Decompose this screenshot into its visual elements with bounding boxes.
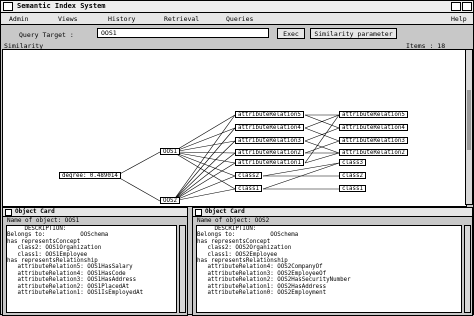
oos1-attribute-relation-node[interactable]: attributeRelation5: [235, 111, 304, 118]
card-title: Object Card: [15, 208, 55, 215]
menu-bar: Admin Views History Retrieval Queries He…: [1, 13, 473, 25]
card-menu-icon[interactable]: [195, 209, 202, 216]
card-scrollbar[interactable]: [179, 225, 186, 313]
graph-scrollbar[interactable]: [465, 49, 473, 205]
oos1-attribute-relation-node[interactable]: attributeRelation2: [235, 149, 304, 156]
scroll-thumb[interactable]: [467, 90, 471, 150]
menu-retrieval[interactable]: Retrieval: [164, 15, 199, 23]
similarity-graph[interactable]: degree: 0.489014 OOS1 OOS2 attributeRela…: [2, 49, 467, 207]
oos2-class-node[interactable]: class2: [339, 172, 366, 179]
exec-button[interactable]: Exec: [277, 28, 305, 39]
window-title: Semantic Index System: [17, 2, 106, 10]
card-line: attributeRelation1: OOS1IsEmployedAt: [7, 290, 144, 297]
card-header: Object Card: [3, 208, 187, 217]
oos2-attribute-relation-node[interactable]: attributeRelation3: [339, 137, 408, 144]
menu-history[interactable]: History: [108, 15, 135, 23]
card-menu-icon[interactable]: [5, 209, 12, 216]
degree-node[interactable]: degree: 0.489014: [59, 172, 121, 179]
similarity-parameter-button[interactable]: Similarity parameter: [310, 28, 397, 39]
oos2-class-node[interactable]: class3: [339, 159, 366, 166]
maximize-icon[interactable]: [462, 2, 472, 11]
oos1-class-node[interactable]: class1: [235, 185, 262, 192]
menu-views[interactable]: Views: [58, 15, 78, 23]
object-card-oos2: Object Card Name of object: OOS2 DESCRIP…: [192, 207, 473, 316]
oos1-attribute-relation-node[interactable]: attributeRelation3: [235, 137, 304, 144]
oos2-node[interactable]: OOS2: [160, 197, 180, 204]
object-card-oos1: Object Card Name of object: OOS1 DESCRIP…: [2, 207, 188, 316]
card-line: attributeRelation0: OOS2Employment: [197, 290, 327, 297]
card-description: DESCRIPTION: Belongs to: OOSchema has re…: [6, 225, 177, 313]
query-target-label: Query Target :: [19, 31, 74, 39]
card-description: DESCRIPTION: Belongs to: OOSchema has re…: [196, 225, 462, 313]
oos2-attribute-relation-node[interactable]: attributeRelation2: [339, 149, 408, 156]
menu-admin[interactable]: Admin: [9, 15, 29, 23]
main-window: Semantic Index System Admin Views Histor…: [0, 0, 474, 316]
object-name: Name of object: OOS2: [197, 217, 270, 224]
oos2-attribute-relation-node[interactable]: attributeRelation5: [339, 111, 408, 118]
window-menu-icon[interactable]: [3, 2, 13, 11]
minimize-icon[interactable]: [451, 2, 461, 11]
oos1-attribute-relation-node[interactable]: attributeRelation4: [235, 124, 304, 131]
title-bar: Semantic Index System: [1, 1, 473, 13]
query-target-input[interactable]: OOS1: [97, 28, 269, 38]
card-header: Object Card: [193, 208, 472, 217]
oos1-class-node[interactable]: class2: [235, 172, 262, 179]
oos2-class-node[interactable]: class1: [339, 185, 366, 192]
object-name: Name of object: OOS1: [7, 217, 80, 224]
card-title: Object Card: [205, 208, 245, 215]
menu-help[interactable]: Help: [451, 15, 467, 23]
oos2-attribute-relation-node[interactable]: attributeRelation4: [339, 124, 408, 131]
menu-queries[interactable]: Queries: [226, 15, 253, 23]
card-scrollbar[interactable]: [464, 225, 471, 313]
oos1-node[interactable]: OOS1: [160, 148, 180, 155]
oos1-attribute-relation-node[interactable]: attributeRelation1: [235, 159, 304, 166]
